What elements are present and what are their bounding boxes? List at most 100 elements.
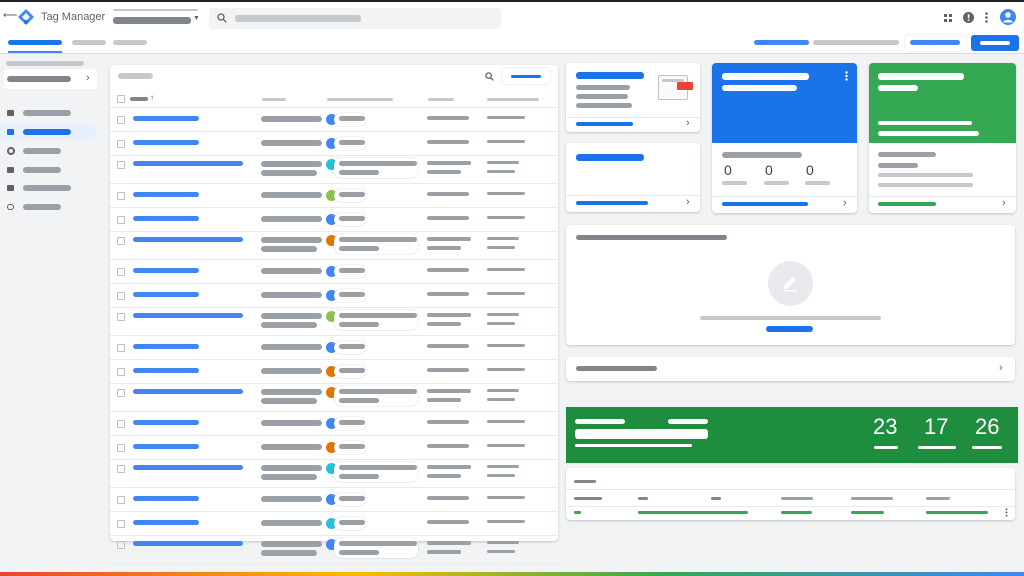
row-checkbox[interactable] [117,541,125,549]
table-row[interactable] [110,184,558,208]
tag-name-link[interactable] [133,313,243,318]
tag-name-link[interactable] [133,389,243,394]
table-row[interactable] [110,208,558,232]
search-input[interactable] [209,8,501,29]
table-row[interactable] [110,260,558,284]
summary-table-card [566,468,1015,520]
row-checkbox[interactable] [117,465,125,473]
tab-workspace[interactable] [8,40,62,45]
row-checkbox[interactable] [117,444,125,452]
tag-name-link[interactable] [133,192,199,197]
more-vert-icon[interactable] [985,12,988,23]
row-checkbox[interactable] [117,268,125,276]
table-row[interactable] [110,360,558,384]
add-tag-link[interactable] [576,122,633,126]
tag-type [261,465,322,471]
apps-grid-icon[interactable] [944,14,953,23]
last-edited [487,389,519,392]
table-row[interactable] [110,132,558,156]
row-checkbox[interactable] [117,161,125,169]
manage-workspaces-link[interactable] [722,202,808,206]
folder-name [427,292,469,296]
row-checkbox[interactable] [117,368,125,376]
account-avatar-icon[interactable] [1000,9,1016,25]
chevron-down-icon: ▼ [193,15,200,22]
table-row[interactable] [110,536,558,564]
tab-admin[interactable] [113,40,147,45]
nav-item-triggers[interactable] [0,145,97,159]
tag-name-link[interactable] [133,161,243,166]
more-vert-icon[interactable] [1005,508,1008,517]
activity-history-row[interactable]: › [566,357,1015,381]
tag-name-link[interactable] [133,237,243,242]
row-checkbox[interactable] [117,237,125,245]
select-all-checkbox[interactable] [117,95,125,103]
tag-name-link[interactable] [133,496,199,501]
new-tag-card[interactable]: › [566,63,700,132]
tag-name-link[interactable] [133,444,199,449]
row-checkbox[interactable] [117,344,125,352]
row-checkbox[interactable] [117,116,125,124]
nav-item-variables[interactable] [0,164,97,178]
new-tag-button[interactable] [502,68,550,84]
row-checkbox[interactable] [117,140,125,148]
preview-button[interactable] [905,35,966,51]
version-card-header [869,63,1016,143]
tab-versions[interactable] [72,40,106,45]
table-row[interactable] [110,232,558,260]
table-row[interactable] [110,460,558,488]
edit-description-link[interactable] [576,201,648,205]
row-checkbox[interactable] [117,496,125,504]
description-card[interactable]: › [566,143,700,212]
tag-name-link[interactable] [133,292,199,297]
row-checkbox[interactable] [117,313,125,321]
table-row[interactable] [110,336,558,360]
tag-manager-logo-icon[interactable] [18,9,34,25]
tag-name-link[interactable] [133,116,199,121]
table-row[interactable] [110,284,558,308]
workspace-changes-link[interactable] [754,40,809,45]
add-change-link[interactable] [766,326,813,332]
tag-name-link[interactable] [133,344,199,349]
tag-name-link[interactable] [133,268,199,273]
row-checkbox[interactable] [117,389,125,397]
row-checkbox[interactable] [117,520,125,528]
row-checkbox[interactable] [117,292,125,300]
tag-name-link[interactable] [133,368,199,373]
table-row[interactable] [110,108,558,132]
last-edited [487,444,525,447]
help-icon[interactable] [963,12,974,23]
more-vert-icon[interactable] [845,71,848,81]
folder-name [427,116,469,120]
row-checkbox[interactable] [117,192,125,200]
table-row[interactable] [110,436,558,460]
tag-name-link[interactable] [133,541,243,546]
version-details-link[interactable] [878,202,936,206]
nav-item-templates[interactable] [0,201,97,215]
table-row[interactable] [110,308,558,336]
table-row[interactable] [110,156,558,184]
row-checkbox[interactable] [117,216,125,224]
app-title: Tag Manager [41,11,106,23]
table-row[interactable] [110,384,558,412]
nav-item-folders[interactable] [0,182,97,196]
current-workspace-selector[interactable]: › [4,69,97,89]
tag-name-link[interactable] [133,140,199,145]
workspace-changes-card[interactable]: 0 0 0 › [712,63,857,213]
tag-name-link[interactable] [133,465,243,470]
table-row[interactable] [110,488,558,512]
back-arrow-icon[interactable]: ⟵ [3,10,17,21]
tag-name-link[interactable] [133,420,199,425]
nav-item-tags[interactable] [0,124,97,140]
tag-name-link[interactable] [133,216,199,221]
tag-name-link[interactable] [133,520,199,525]
search-icon[interactable] [485,72,494,81]
tag-type [261,140,322,146]
table-row[interactable] [110,412,558,436]
row-checkbox[interactable] [117,420,125,428]
column-header-name[interactable] [130,97,148,101]
submit-button[interactable] [971,35,1019,51]
version-card[interactable]: › [869,63,1016,213]
nav-item-overview[interactable] [0,107,97,121]
table-row[interactable] [110,512,558,536]
